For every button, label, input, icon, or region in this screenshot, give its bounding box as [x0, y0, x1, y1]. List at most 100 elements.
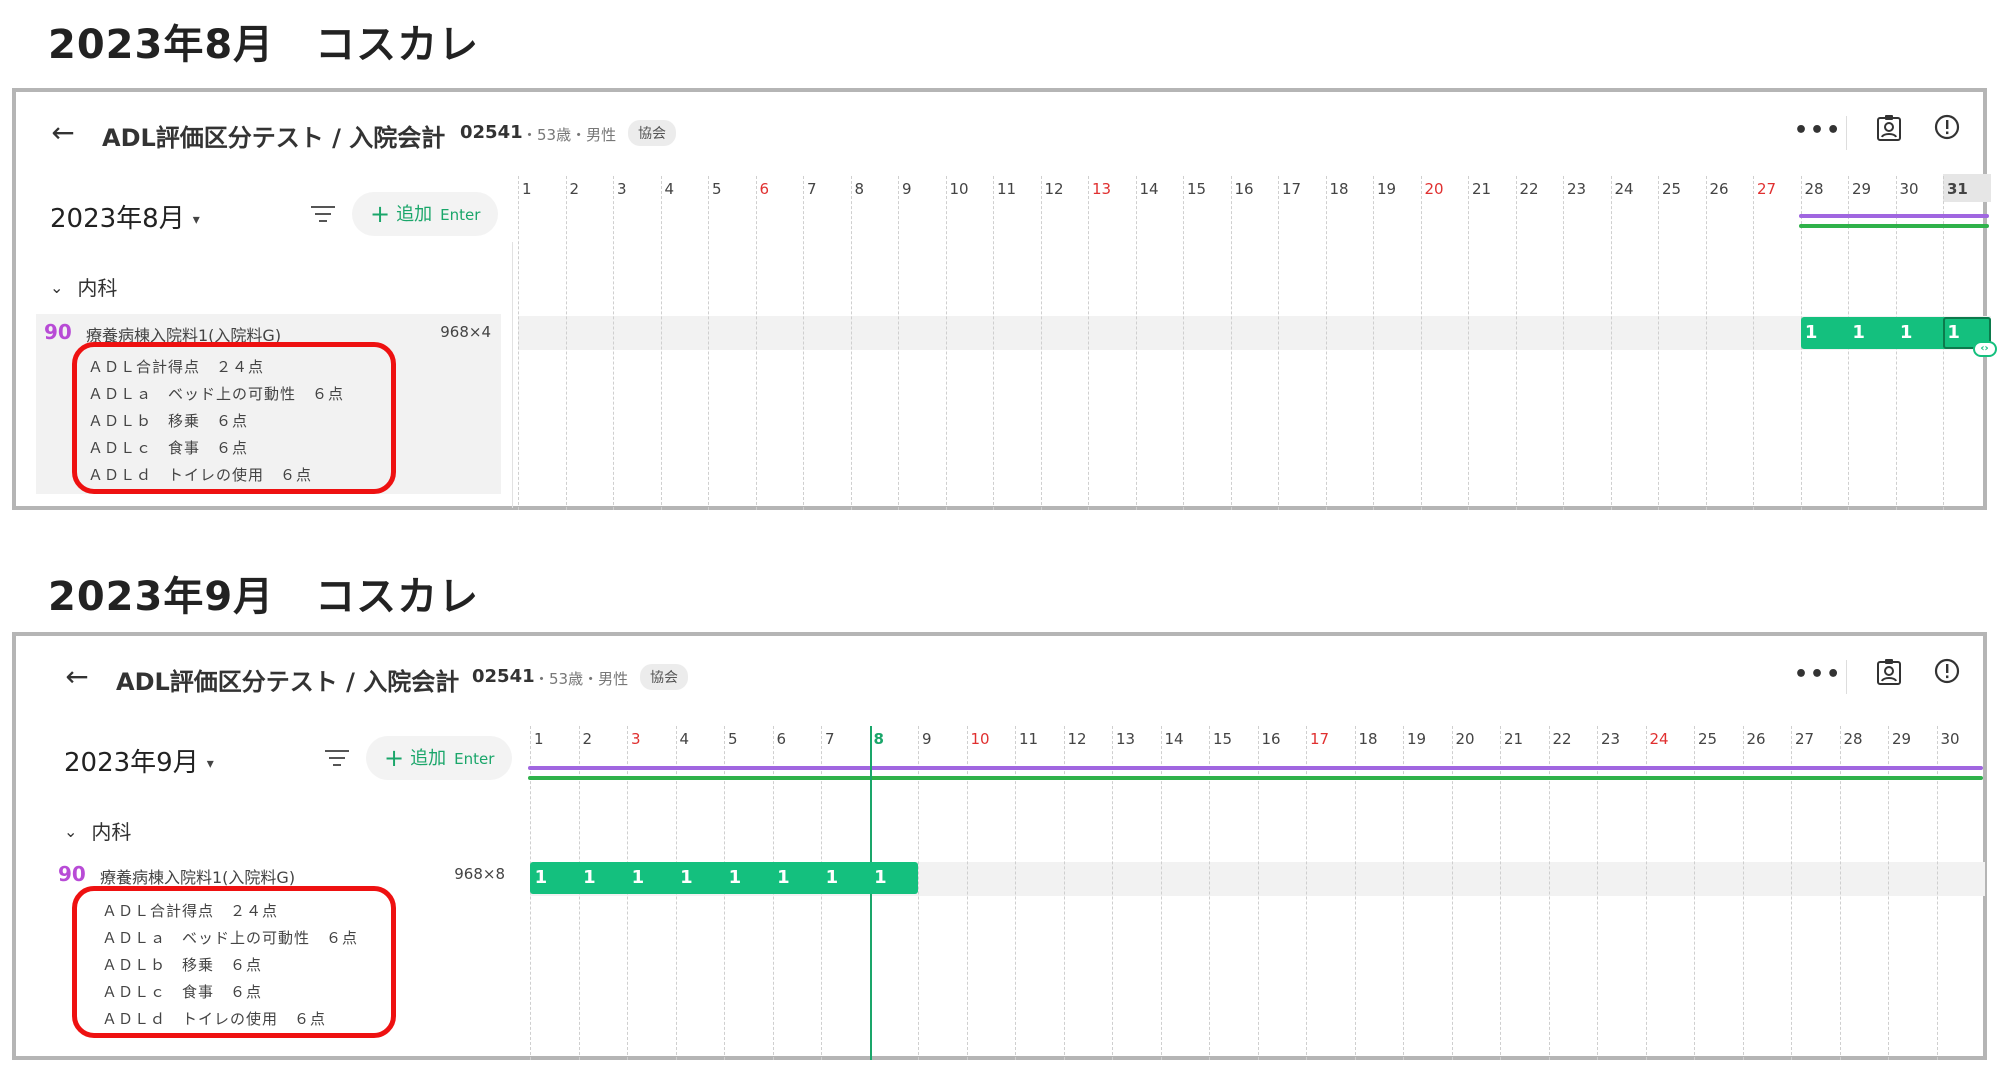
- day-header[interactable]: 21: [1504, 730, 1523, 748]
- day-header[interactable]: 11: [997, 180, 1016, 198]
- insurance-badge: 協会: [640, 664, 688, 690]
- day-header[interactable]: 19: [1407, 730, 1426, 748]
- day-header[interactable]: 11: [1019, 730, 1038, 748]
- day-header[interactable]: 27: [1757, 180, 1776, 198]
- day-header[interactable]: 1: [534, 730, 544, 748]
- day-header[interactable]: 29: [1852, 180, 1871, 198]
- day-header[interactable]: 25: [1662, 180, 1681, 198]
- add-button[interactable]: + 追加 Enter: [366, 736, 513, 780]
- day-header[interactable]: 14: [1165, 730, 1184, 748]
- quantity-cell[interactable]: 1: [773, 862, 795, 894]
- page-title: ADL評価区分テスト / 入院会計: [102, 124, 446, 152]
- id-card-icon[interactable]: [1872, 114, 1906, 148]
- day-header[interactable]: 14: [1140, 180, 1159, 198]
- day-gridline: [1515, 176, 1517, 510]
- day-header[interactable]: 30: [1900, 180, 1919, 198]
- day-header[interactable]: 26: [1710, 180, 1729, 198]
- day-header[interactable]: 5: [728, 730, 738, 748]
- day-header[interactable]: 13: [1092, 180, 1111, 198]
- resize-handle-icon[interactable]: ‹›: [1972, 341, 1997, 357]
- department-group[interactable]: ⌄ 内科: [50, 272, 117, 301]
- day-header[interactable]: 28: [1805, 180, 1824, 198]
- day-header[interactable]: 23: [1601, 730, 1620, 748]
- filter-lines-icon[interactable]: [310, 206, 336, 228]
- month-selector[interactable]: 2023年9月 ▾: [64, 742, 214, 779]
- day-gridline: [993, 176, 994, 510]
- quantity-cell[interactable]: 1: [821, 862, 843, 894]
- id-card-icon[interactable]: [1872, 658, 1906, 692]
- more-horizontal-icon[interactable]: •••: [1794, 114, 1840, 148]
- page-title: ADL評価区分テスト / 入院会計: [116, 668, 460, 696]
- day-header[interactable]: 17: [1282, 180, 1301, 198]
- day-header[interactable]: 31: [1947, 180, 1968, 198]
- patient-id: 02541: [472, 666, 535, 687]
- department-group[interactable]: ⌄ 内科: [64, 816, 131, 845]
- day-gridline: [1705, 176, 1707, 510]
- back-arrow-icon[interactable]: ←: [46, 118, 80, 148]
- day-header[interactable]: 3: [617, 180, 627, 198]
- day-header[interactable]: 10: [950, 180, 969, 198]
- day-header[interactable]: 6: [777, 730, 787, 748]
- quantity-cell[interactable]: 1: [724, 862, 746, 894]
- day-header[interactable]: 2: [583, 730, 593, 748]
- day-header[interactable]: 30: [1941, 730, 1960, 748]
- month-selector[interactable]: 2023年8月 ▾: [50, 198, 200, 235]
- quantity-cell[interactable]: 1: [1848, 317, 1869, 349]
- day-header[interactable]: 17: [1310, 730, 1329, 748]
- quantity-cell[interactable]: 1: [627, 862, 649, 894]
- quantity-cell[interactable]: 1: [1896, 317, 1917, 349]
- day-header[interactable]: 4: [680, 730, 690, 748]
- alert-circle-icon[interactable]: [1930, 658, 1964, 692]
- day-header[interactable]: 16: [1235, 180, 1254, 198]
- back-arrow-icon[interactable]: ←: [60, 662, 94, 692]
- day-header[interactable]: 7: [825, 730, 835, 748]
- add-button[interactable]: + 追加 Enter: [352, 192, 499, 236]
- quantity-cell[interactable]: 1: [579, 862, 601, 894]
- day-header[interactable]: 1: [522, 180, 532, 198]
- day-header[interactable]: 19: [1377, 180, 1396, 198]
- day-header[interactable]: 9: [922, 730, 932, 748]
- day-header[interactable]: 6: [760, 180, 770, 198]
- day-header[interactable]: 24: [1615, 180, 1634, 198]
- day-header[interactable]: 9: [902, 180, 912, 198]
- day-header[interactable]: 12: [1045, 180, 1064, 198]
- day-header[interactable]: 5: [712, 180, 722, 198]
- day-header[interactable]: 24: [1650, 730, 1669, 748]
- quantity-cell[interactable]: 1: [530, 862, 552, 894]
- day-header[interactable]: 16: [1262, 730, 1281, 748]
- day-header[interactable]: 8: [874, 730, 884, 748]
- day-header[interactable]: 7: [807, 180, 817, 198]
- day-header[interactable]: 2: [570, 180, 580, 198]
- period-range-bar: [528, 776, 1983, 780]
- day-header[interactable]: 18: [1359, 730, 1378, 748]
- alert-circle-icon[interactable]: [1930, 114, 1964, 148]
- quantity-cell[interactable]: 1: [1801, 317, 1822, 349]
- day-header[interactable]: 27: [1795, 730, 1814, 748]
- day-header[interactable]: 22: [1553, 730, 1572, 748]
- day-header[interactable]: 10: [971, 730, 990, 748]
- day-header[interactable]: 23: [1567, 180, 1586, 198]
- day-header[interactable]: 20: [1425, 180, 1444, 198]
- day-header[interactable]: 13: [1116, 730, 1135, 748]
- day-header[interactable]: 29: [1892, 730, 1911, 748]
- item-amount: 968×8: [454, 865, 505, 883]
- day-gridline: [1373, 176, 1374, 510]
- quantity-cell[interactable]: 1: [870, 862, 892, 894]
- more-horizontal-icon[interactable]: •••: [1794, 658, 1840, 692]
- day-header[interactable]: 4: [665, 180, 675, 198]
- day-gridline: [1183, 176, 1184, 510]
- day-header[interactable]: 26: [1747, 730, 1766, 748]
- day-header[interactable]: 3: [631, 730, 641, 748]
- day-header[interactable]: 21: [1472, 180, 1491, 198]
- filter-lines-icon[interactable]: [324, 750, 350, 772]
- day-header[interactable]: 25: [1698, 730, 1717, 748]
- quantity-cell[interactable]: 1: [676, 862, 698, 894]
- day-header[interactable]: 15: [1187, 180, 1206, 198]
- day-header[interactable]: 20: [1456, 730, 1475, 748]
- day-header[interactable]: 15: [1213, 730, 1232, 748]
- day-header[interactable]: 28: [1844, 730, 1863, 748]
- day-header[interactable]: 8: [855, 180, 865, 198]
- day-header[interactable]: 18: [1330, 180, 1349, 198]
- day-header[interactable]: 12: [1068, 730, 1087, 748]
- day-header[interactable]: 22: [1520, 180, 1539, 198]
